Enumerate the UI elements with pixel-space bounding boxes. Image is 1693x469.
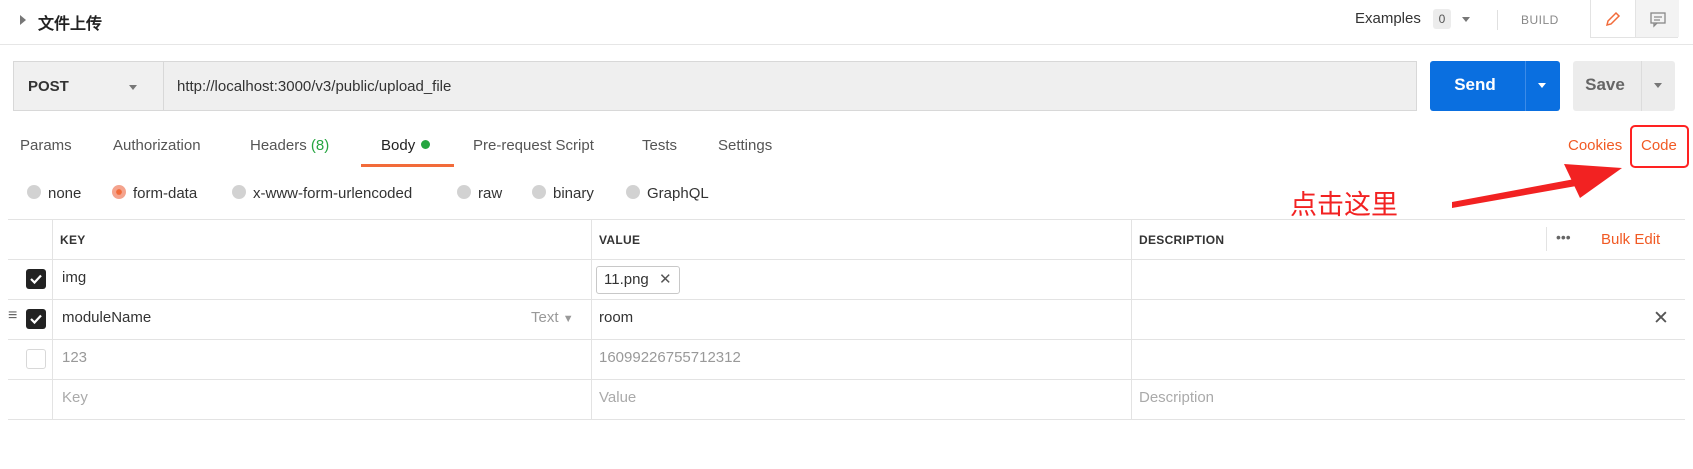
examples-count-badge: 0	[1433, 9, 1451, 29]
send-button[interactable]: Send	[1430, 61, 1560, 111]
radio-urlencoded-label[interactable]: x-www-form-urlencoded	[253, 185, 412, 202]
radio-raw[interactable]	[457, 185, 471, 199]
examples-dropdown-icon[interactable]	[1462, 17, 1470, 22]
row-checkbox[interactable]	[26, 309, 46, 329]
radio-binary-label[interactable]: binary	[553, 185, 594, 202]
send-options-icon[interactable]	[1538, 83, 1546, 88]
row-checkbox[interactable]	[26, 269, 46, 289]
description-input[interactable]: Description	[1139, 389, 1214, 406]
key-type-dropdown-icon: ▼	[562, 313, 574, 325]
annotation-text: 点击这里	[1290, 190, 1398, 220]
more-options-icon[interactable]: •••	[1556, 229, 1571, 245]
tab-params[interactable]: Params	[20, 137, 72, 154]
column-divider	[591, 219, 592, 419]
radio-none-label[interactable]: none	[48, 185, 81, 202]
radio-graphql-label[interactable]: GraphQL	[647, 185, 709, 202]
tab-headers-count: (8)	[310, 137, 330, 154]
send-divider	[1525, 61, 1526, 111]
key-input[interactable]: Key	[62, 389, 88, 406]
column-header-key: KEY	[60, 233, 86, 247]
method-select[interactable]: POST	[13, 61, 163, 111]
bulk-edit-link[interactable]: Bulk Edit	[1601, 231, 1660, 248]
table-border	[8, 259, 1685, 260]
examples-label[interactable]: Examples	[1355, 10, 1421, 27]
file-chip[interactable]: 11.png ✕	[596, 266, 680, 294]
table-border	[8, 419, 1685, 420]
pencil-icon[interactable]	[1591, 0, 1634, 37]
delete-row-icon[interactable]: ✕	[1653, 307, 1669, 330]
column-divider	[52, 219, 53, 419]
method-label: POST	[28, 78, 69, 95]
value-input[interactable]: Value	[599, 389, 636, 406]
radio-x-www-form-urlencoded[interactable]	[232, 185, 246, 199]
tab-headers-label: Headers	[250, 137, 311, 154]
table-border	[8, 299, 1685, 300]
tab-tests[interactable]: Tests	[642, 137, 677, 154]
table-border	[8, 339, 1685, 340]
save-divider	[1641, 61, 1642, 111]
send-label: Send	[1454, 75, 1496, 94]
radio-none[interactable]	[27, 185, 41, 199]
row-key[interactable]: 123	[62, 349, 87, 366]
radio-form-data-label[interactable]: form-data	[133, 185, 197, 202]
url-text: http://localhost:3000/v3/public/upload_f…	[177, 78, 452, 95]
radio-graphql[interactable]	[626, 185, 640, 199]
request-title[interactable]: 文件上传	[38, 10, 102, 34]
tab-body-label: Body	[381, 137, 416, 154]
form-data-table: KEY VALUE DESCRIPTION ••• Bulk Edit img …	[8, 219, 1685, 420]
save-options-icon[interactable]	[1654, 83, 1662, 88]
column-header-description: DESCRIPTION	[1139, 233, 1225, 247]
header-divider	[1497, 10, 1498, 30]
row-checkbox[interactable]	[26, 349, 46, 369]
row-key[interactable]: moduleName	[62, 309, 151, 326]
column-divider	[1546, 227, 1547, 251]
column-divider	[1131, 219, 1132, 419]
tab-headers[interactable]: Headers (8)	[250, 137, 329, 154]
radio-raw-label[interactable]: raw	[478, 185, 502, 202]
annotation-arrow-icon	[1452, 164, 1622, 208]
tab-settings[interactable]: Settings	[718, 137, 772, 154]
save-button[interactable]: Save	[1573, 61, 1675, 111]
build-label[interactable]: BUILD	[1521, 13, 1559, 27]
row-key[interactable]: img	[62, 269, 86, 286]
file-name: 11.png	[604, 271, 649, 288]
active-tab-indicator	[361, 164, 454, 167]
column-header-value: VALUE	[599, 233, 641, 247]
tab-pre-request-script[interactable]: Pre-request Script	[473, 137, 594, 154]
url-input[interactable]: http://localhost:3000/v3/public/upload_f…	[163, 61, 1417, 111]
row-value[interactable]: 16099226755712312	[599, 349, 741, 366]
radio-binary[interactable]	[532, 185, 546, 199]
key-type-select[interactable]: Text ▼	[531, 309, 574, 326]
collapse-caret-icon[interactable]	[20, 15, 26, 25]
radio-form-data[interactable]	[112, 185, 126, 199]
code-link[interactable]: Code	[1641, 137, 1677, 154]
body-active-dot	[421, 140, 431, 149]
tab-authorization[interactable]: Authorization	[113, 137, 201, 154]
save-label: Save	[1585, 75, 1625, 94]
key-type-label: Text	[531, 309, 559, 326]
drag-handle-icon[interactable]: ≡	[8, 307, 17, 325]
table-border	[8, 219, 1685, 220]
tab-body[interactable]: Body	[381, 137, 431, 154]
remove-file-icon[interactable]: ✕	[659, 271, 672, 288]
row-value[interactable]: room	[599, 309, 633, 326]
comment-icon[interactable]	[1635, 0, 1679, 37]
mode-toggle[interactable]	[1590, 0, 1679, 38]
table-border	[8, 379, 1685, 380]
method-dropdown-icon	[129, 85, 137, 90]
